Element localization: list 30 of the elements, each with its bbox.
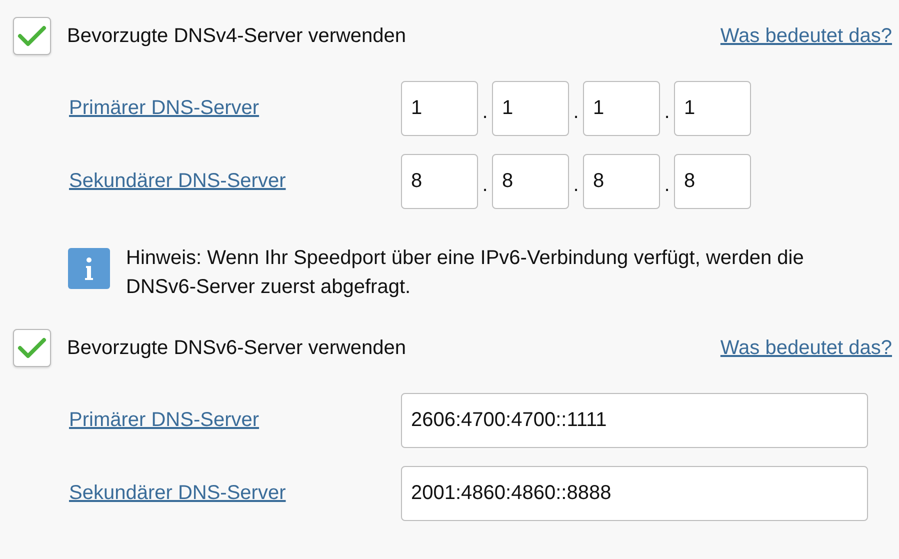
separator-dot: . (663, 174, 671, 198)
help-link[interactable]: Was bedeutet das? (720, 24, 892, 48)
option-label: Bevorzugte DNSv6-Server verwenden (67, 336, 408, 360)
octet-field[interactable]: 1 (674, 81, 751, 136)
octet-field[interactable]: 8 (401, 154, 478, 209)
octet-field[interactable]: 1 (583, 81, 660, 136)
server-label-link[interactable]: Sekundärer DNS-Server (69, 170, 286, 192)
checkbox[interactable] (13, 17, 51, 55)
check-icon (17, 336, 47, 360)
check-icon (17, 24, 47, 48)
octet-field[interactable]: 1 (492, 81, 569, 136)
hint-text: Hinweis: Wenn Ihr Speedport über eine IPv6-Verbindung verfügt, werden die DNSv6-Server zuerst abgefragt. (126, 246, 805, 300)
separator-dot: . (572, 101, 580, 125)
separator-dot: . (481, 174, 489, 198)
server-label-link[interactable]: Primärer DNS-Server (69, 97, 260, 119)
checkbox[interactable] (13, 329, 51, 367)
octet-field[interactable]: 8 (674, 154, 751, 209)
server-label-link[interactable]: Sekundärer DNS-Server (69, 482, 286, 504)
octet-field[interactable]: 8 (492, 154, 569, 209)
server-label-link[interactable]: Primärer DNS-Server (69, 409, 260, 431)
address-field[interactable]: 2001:4860:4860::8888 (401, 466, 868, 521)
separator-dot: . (481, 101, 489, 125)
option-label: Bevorzugte DNSv4-Server verwenden (67, 24, 408, 48)
separator-dot: . (663, 101, 671, 125)
help-link[interactable]: Was bedeutet das? (720, 336, 892, 360)
info-icon (68, 248, 110, 289)
octet-field[interactable]: 8 (583, 154, 660, 209)
address-field[interactable]: 2606:4700:4700::1111 (401, 393, 868, 448)
octet-field[interactable]: 1 (401, 81, 478, 136)
separator-dot: . (572, 174, 580, 198)
